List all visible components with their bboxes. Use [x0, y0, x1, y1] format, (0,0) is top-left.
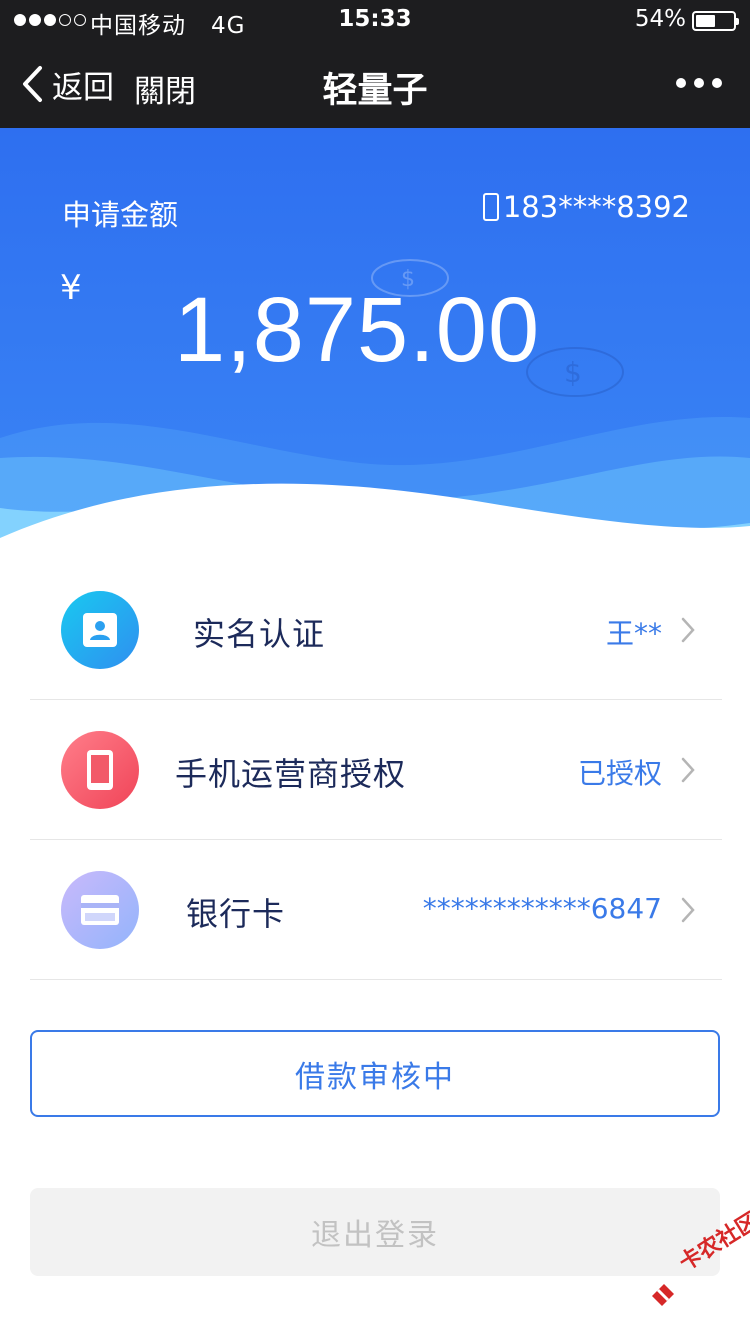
phone-number-text: 183****8392 [502, 190, 690, 224]
list-item-label: 银行卡 [186, 895, 286, 933]
navigation-bar: 返回 關閉 轻量子 [0, 40, 750, 128]
more-dot-icon [694, 78, 704, 88]
loan-amount: 1,875.00 [174, 279, 541, 381]
list-item-bank-card[interactable]: 银行卡 ************6847 [30, 840, 722, 980]
list-item-value: ************6847 [422, 892, 662, 925]
battery-fill [696, 15, 715, 27]
chevron-right-icon [681, 617, 695, 643]
chevron-right-icon [681, 757, 695, 783]
list-item-value: 已授权 [577, 757, 662, 790]
loan-amount-header: $ $ 申请金额 183****8392 ¥ 1,875.00 [0, 128, 750, 558]
close-button[interactable]: 關閉 [134, 66, 196, 111]
phone-icon [482, 193, 499, 221]
more-dot-icon [712, 78, 722, 88]
battery-percent: 54% [634, 6, 686, 32]
battery-icon [692, 11, 739, 31]
mobile-phone-icon [61, 731, 139, 809]
currency-symbol: ¥ [60, 268, 82, 308]
id-card-icon [61, 591, 139, 669]
top-bar: 中国移动 4G 15:33 54% 返回 關閉 轻量子 [0, 0, 750, 128]
back-button[interactable]: 返回 [20, 62, 114, 106]
logout-button[interactable]: 退出登录 [30, 1188, 720, 1276]
list-item-value: 王** [605, 617, 662, 650]
list-item-carrier-auth[interactable]: 手机运营商授权 已授权 [30, 700, 722, 840]
status-bar: 中国移动 4G 15:33 54% [0, 0, 750, 40]
list-item-real-name[interactable]: 实名认证 王** [30, 560, 722, 700]
back-button-label: 返回 [52, 69, 114, 106]
chevron-left-icon [23, 66, 42, 102]
phone-number: 183****8392 [482, 190, 690, 224]
bank-card-icon [61, 871, 139, 949]
amount-label: 申请金额 [62, 198, 179, 232]
chevron-right-icon [681, 897, 695, 923]
list-item-label: 手机运营商授权 [175, 755, 407, 793]
loan-review-button[interactable]: 借款审核中 [30, 1030, 720, 1117]
more-dot-icon [676, 78, 686, 88]
svg-text:$: $ [564, 356, 582, 389]
verification-list: 实名认证 王** 手机运营商授权 已授权 银行卡 ************684… [30, 560, 722, 980]
list-item-label: 实名认证 [193, 615, 326, 653]
more-menu-button[interactable] [676, 78, 722, 88]
